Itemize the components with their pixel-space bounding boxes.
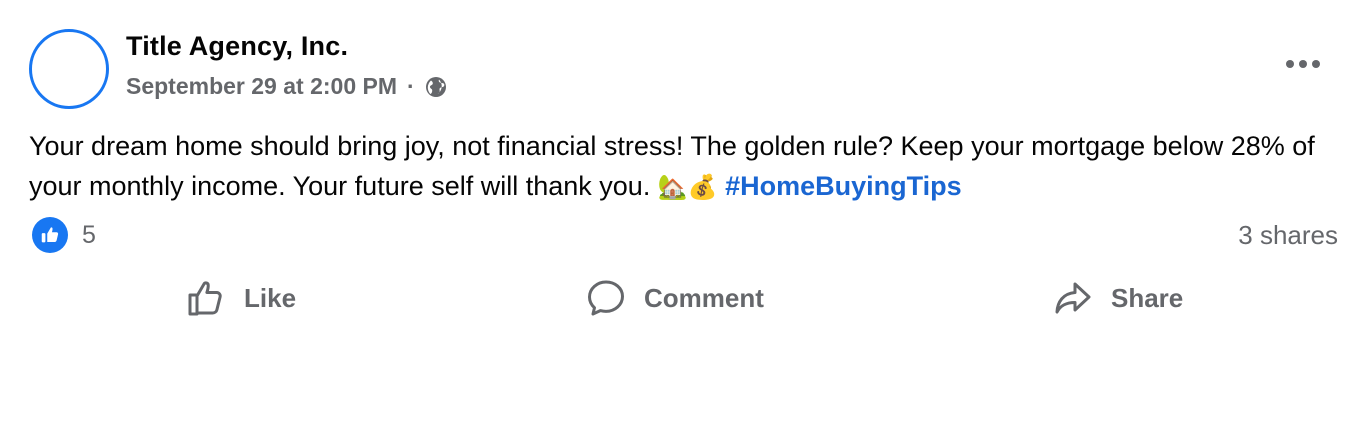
post-timestamp[interactable]: September 29 at 2:00 PM — [126, 73, 397, 100]
like-reaction-icon — [32, 217, 68, 253]
globe-icon[interactable] — [424, 75, 448, 99]
hashtag-link[interactable]: #HomeBuyingTips — [725, 171, 962, 201]
page-name[interactable]: Title Agency, Inc. — [126, 31, 348, 62]
more-dot-icon — [1299, 60, 1307, 68]
meta-separator: · — [407, 73, 415, 99]
like-button-label: Like — [244, 282, 297, 313]
money-bag-emoji: 💰 — [687, 173, 718, 201]
comment-button-label: Comment — [644, 282, 764, 313]
share-arrow-icon — [1055, 282, 1091, 314]
thumbs-up-icon — [188, 281, 222, 316]
more-dot-icon — [1312, 60, 1320, 68]
shares-count[interactable]: 3 shares — [1238, 220, 1338, 251]
avatar[interactable] — [29, 29, 109, 109]
reaction-summary[interactable]: 5 — [32, 217, 96, 253]
house-with-tree-emoji: 🏡 — [657, 173, 688, 201]
more-options-button[interactable] — [1286, 60, 1320, 70]
reaction-count[interactable]: 5 — [82, 221, 96, 250]
comment-icon — [588, 280, 624, 316]
post-meta: September 29 at 2:00 PM · — [126, 73, 448, 100]
post-body: Your dream home should bring joy, not fi… — [29, 126, 1339, 207]
share-button-label: Share — [1111, 282, 1184, 313]
more-dot-icon — [1286, 60, 1294, 68]
post-actions: Like Comment Share — [0, 270, 1366, 326]
share-button[interactable]: Share — [1053, 270, 1183, 326]
comment-button[interactable]: Comment — [586, 270, 764, 326]
like-button[interactable]: Like — [186, 270, 296, 326]
